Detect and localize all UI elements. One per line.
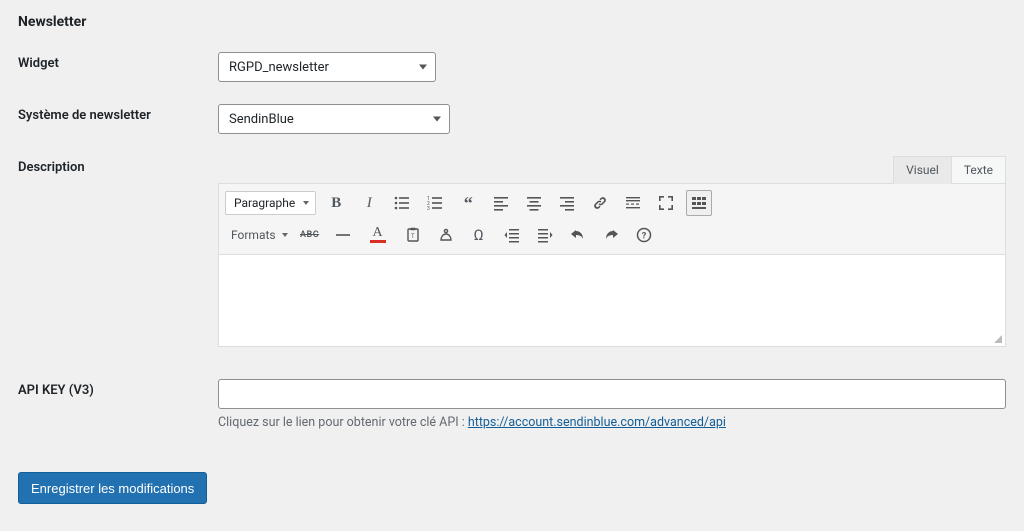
paragraph-select[interactable]: Paragraphe [225,191,316,215]
paragraph-select-label: Paragraphe [234,196,295,210]
resize-handle-icon[interactable] [991,332,1003,344]
widget-select-value: RGPD_newsletter [229,60,329,75]
numbered-list-icon[interactable]: 123 [422,190,448,216]
section-title: Newsletter [18,14,1006,30]
api-key-input[interactable] [218,379,1006,409]
system-label: Système de newsletter [18,104,218,134]
redo-icon[interactable] [598,222,624,248]
tab-text[interactable]: Texte [952,156,1006,184]
chevron-down-icon [433,117,441,122]
description-label: Description [18,156,218,175]
api-key-help-text: Cliquez sur le lien pour obtenir votre c… [218,415,468,430]
svg-text:3: 3 [427,206,430,211]
italic-icon[interactable]: I [356,190,382,216]
read-more-icon[interactable] [620,190,646,216]
tab-visual[interactable]: Visuel [893,156,952,184]
svg-text:?: ? [641,232,646,242]
align-right-icon[interactable] [554,190,580,216]
save-button[interactable]: Enregistrer les modifications [18,472,207,504]
strikethrough-icon[interactable]: ABC [297,222,323,248]
bold-icon[interactable]: B [323,190,349,216]
system-select-value: SendinBlue [229,112,294,127]
api-key-label: API KEY (V3) [18,379,218,398]
help-icon[interactable]: ? [631,222,657,248]
toolbar-toggle-icon[interactable] [686,190,712,216]
widget-select[interactable]: RGPD_newsletter [218,52,436,82]
api-key-help-link[interactable]: https://account.sendinblue.com/advanced/… [468,415,726,430]
align-center-icon[interactable] [521,190,547,216]
svg-text:T: T [411,233,415,240]
chevron-down-icon [303,201,309,205]
clear-formatting-icon[interactable] [433,222,459,248]
outdent-icon[interactable] [499,222,525,248]
special-character-icon[interactable]: Ω [466,222,492,248]
api-key-help: Cliquez sur le lien pour obtenir votre c… [218,415,1006,430]
chevron-down-icon [419,65,427,70]
bullet-list-icon[interactable] [389,190,415,216]
align-left-icon[interactable] [488,190,514,216]
editor-toolbar: Paragraphe B I 123 “ [218,183,1006,255]
link-icon[interactable] [587,190,613,216]
fullscreen-icon[interactable] [653,190,679,216]
undo-icon[interactable] [565,222,591,248]
system-select[interactable]: SendinBlue [218,104,450,134]
indent-icon[interactable] [532,222,558,248]
horizontal-rule-icon[interactable] [330,222,356,248]
blockquote-icon[interactable]: “ [455,190,481,216]
text-color-button[interactable]: A [363,222,393,248]
chevron-down-icon [282,233,288,237]
description-editor[interactable] [218,255,1006,347]
formats-select[interactable]: Formats [225,223,290,247]
paste-text-icon[interactable]: T [400,222,426,248]
widget-label: Widget [18,52,218,82]
formats-select-label: Formats [231,228,276,242]
